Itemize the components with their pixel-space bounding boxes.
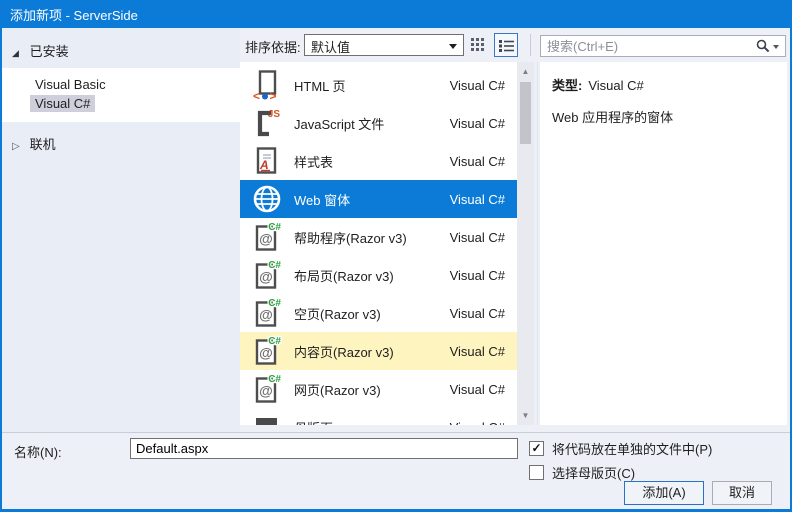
sidebar-section-installed[interactable]: ◢ 已安装 <box>2 38 240 63</box>
item-label: 母版页 <box>294 418 450 426</box>
template-type-row: 类型: Visual C# <box>552 75 775 94</box>
checkbox-label: 将代码放在单独的文件中(P) <box>552 442 713 457</box>
svg-text:C#: C# <box>268 374 281 385</box>
sort-by-value: 默认值 <box>311 40 351 55</box>
item-label: Web 窗体 <box>294 192 351 208</box>
window-title: 添加新项 - ServerSide <box>10 7 138 23</box>
sidebar-items-panel: Visual Basic Visual C# <box>2 68 240 122</box>
item-language: Visual C# <box>450 420 505 426</box>
add-button[interactable]: 添加(A) <box>624 481 704 505</box>
name-input[interactable] <box>130 438 518 459</box>
tree-expanded-icon: ◢ <box>12 48 19 58</box>
sidebar-item-visual-basic[interactable]: Visual Basic <box>2 75 240 94</box>
scroll-up-icon[interactable]: ▲ <box>517 63 534 80</box>
scrollbar-thumb[interactable] <box>520 82 531 144</box>
item-language: Visual C# <box>449 267 505 283</box>
footer-panel: 名称(N): ✓ 将代码放在单独的文件中(P) 选择母版页(C) 添加(A) 取… <box>2 432 790 509</box>
item-language: Visual C# <box>449 343 505 359</box>
item-icon: JS <box>252 107 282 139</box>
item-label: HTML 页 <box>294 78 346 94</box>
scroll-down-icon[interactable]: ▼ <box>517 407 534 424</box>
tree-collapsed-icon: ▷ <box>12 141 20 152</box>
sidebar-item-label-selected: Visual C# <box>30 95 96 112</box>
list-item[interactable]: A 样式表 Visual C# <box>240 142 517 180</box>
list-item[interactable]: 母版页 Visual C# <box>240 408 517 425</box>
list-item[interactable]: Web 窗体 Visual C# <box>240 180 517 218</box>
item-icon: A <box>252 145 282 177</box>
category-sidebar: ◢ 已安装 Visual Basic Visual C# ▷ 联机 <box>2 28 240 432</box>
item-label: JavaScript 文件 <box>294 116 385 132</box>
item-icon: @ C# <box>252 259 283 291</box>
item-icon <box>252 411 282 425</box>
item-language: Visual C# <box>449 153 505 169</box>
list-item[interactable]: @ C# 内容页(Razor v3) Visual C# <box>240 332 517 370</box>
item-label: 帮助程序(Razor v3) <box>294 230 407 246</box>
list-item[interactable]: JS JavaScript 文件 Visual C# <box>240 104 517 142</box>
item-label: 内容页(Razor v3) <box>294 344 394 360</box>
sidebar-section-label: 联机 <box>29 137 56 152</box>
checkbox-code-separate-file[interactable]: ✓ 将代码放在单独的文件中(P) <box>529 439 712 458</box>
item-icon: @ C# <box>252 221 283 253</box>
item-label: 布局页(Razor v3) <box>294 268 394 284</box>
template-list: < > HTML 页 Visual C# JS JavaScript 文件 Vi… <box>240 62 517 425</box>
item-label: 网页(Razor v3) <box>294 382 381 398</box>
item-icon <box>252 183 282 215</box>
sidebar-section-online[interactable]: ▷ 联机 <box>2 131 240 156</box>
item-language: Visual C# <box>449 229 505 245</box>
item-language: Visual C# <box>449 191 505 207</box>
search-input[interactable] <box>541 38 756 54</box>
item-icon: @ C# <box>252 297 283 329</box>
item-icon: < > <box>252 69 282 103</box>
sort-by-label: 排序依据: <box>245 40 301 55</box>
details-panel: 类型: Visual C# Web 应用程序的窗体 <box>540 62 787 425</box>
item-language: Visual C# <box>449 115 505 131</box>
item-label: 样式表 <box>294 154 334 170</box>
svg-text:JS: JS <box>268 109 281 120</box>
item-icon: @ C# <box>252 373 283 405</box>
type-value: Visual C# <box>588 78 644 93</box>
item-icon: @ C# <box>252 335 283 367</box>
item-language: Visual C# <box>449 77 505 93</box>
type-label: 类型: <box>552 78 583 93</box>
svg-text:>: > <box>270 89 277 101</box>
checkbox-checked-icon[interactable]: ✓ <box>529 441 544 456</box>
sort-by-dropdown[interactable]: 默认值 <box>304 34 464 56</box>
list-item[interactable]: @ C# 网页(Razor v3) Visual C# <box>240 370 517 408</box>
svg-text:C#: C# <box>268 222 281 233</box>
list-toolbar: 排序依据: 默认值 <box>240 28 792 62</box>
checkbox-select-master-page[interactable]: 选择母版页(C) <box>529 463 635 482</box>
template-description: Web 应用程序的窗体 <box>552 110 674 125</box>
chevron-down-icon <box>449 44 457 53</box>
search-options-caret-icon[interactable] <box>773 44 779 52</box>
svg-text:C#: C# <box>268 336 281 347</box>
checkbox-label: 选择母版页(C) <box>552 466 636 481</box>
svg-text:<: < <box>253 89 260 101</box>
list-view-icon[interactable] <box>494 33 518 57</box>
item-label: 空页(Razor v3) <box>294 306 381 322</box>
search-icon[interactable] <box>756 39 770 53</box>
list-item[interactable]: @ C# 帮助程序(Razor v3) Visual C# <box>240 218 517 256</box>
item-language: Visual C# <box>449 381 505 397</box>
name-label: 名称(N): <box>14 445 62 460</box>
search-box <box>540 35 786 57</box>
checkbox-unchecked-icon[interactable] <box>529 465 544 480</box>
sidebar-section-label: 已安装 <box>29 44 69 59</box>
cancel-button[interactable]: 取消 <box>712 481 772 505</box>
panel-divider <box>537 62 538 425</box>
list-item[interactable]: @ C# 布局页(Razor v3) Visual C# <box>240 256 517 294</box>
sidebar-item-label: Visual Basic <box>35 77 106 92</box>
sidebar-item-visual-csharp[interactable]: Visual C# <box>2 94 240 113</box>
toolbar-divider <box>530 34 531 56</box>
list-scrollbar[interactable]: ▲ ▼ <box>517 62 534 425</box>
item-language: Visual C# <box>449 305 505 321</box>
svg-text:C#: C# <box>268 260 281 271</box>
list-item[interactable]: @ C# 空页(Razor v3) Visual C# <box>240 294 517 332</box>
title-bar: 添加新项 - ServerSide <box>0 0 792 28</box>
list-item[interactable]: < > HTML 页 Visual C# <box>240 66 517 104</box>
svg-text:C#: C# <box>268 298 281 309</box>
small-icons-view-icon[interactable] <box>471 38 487 52</box>
